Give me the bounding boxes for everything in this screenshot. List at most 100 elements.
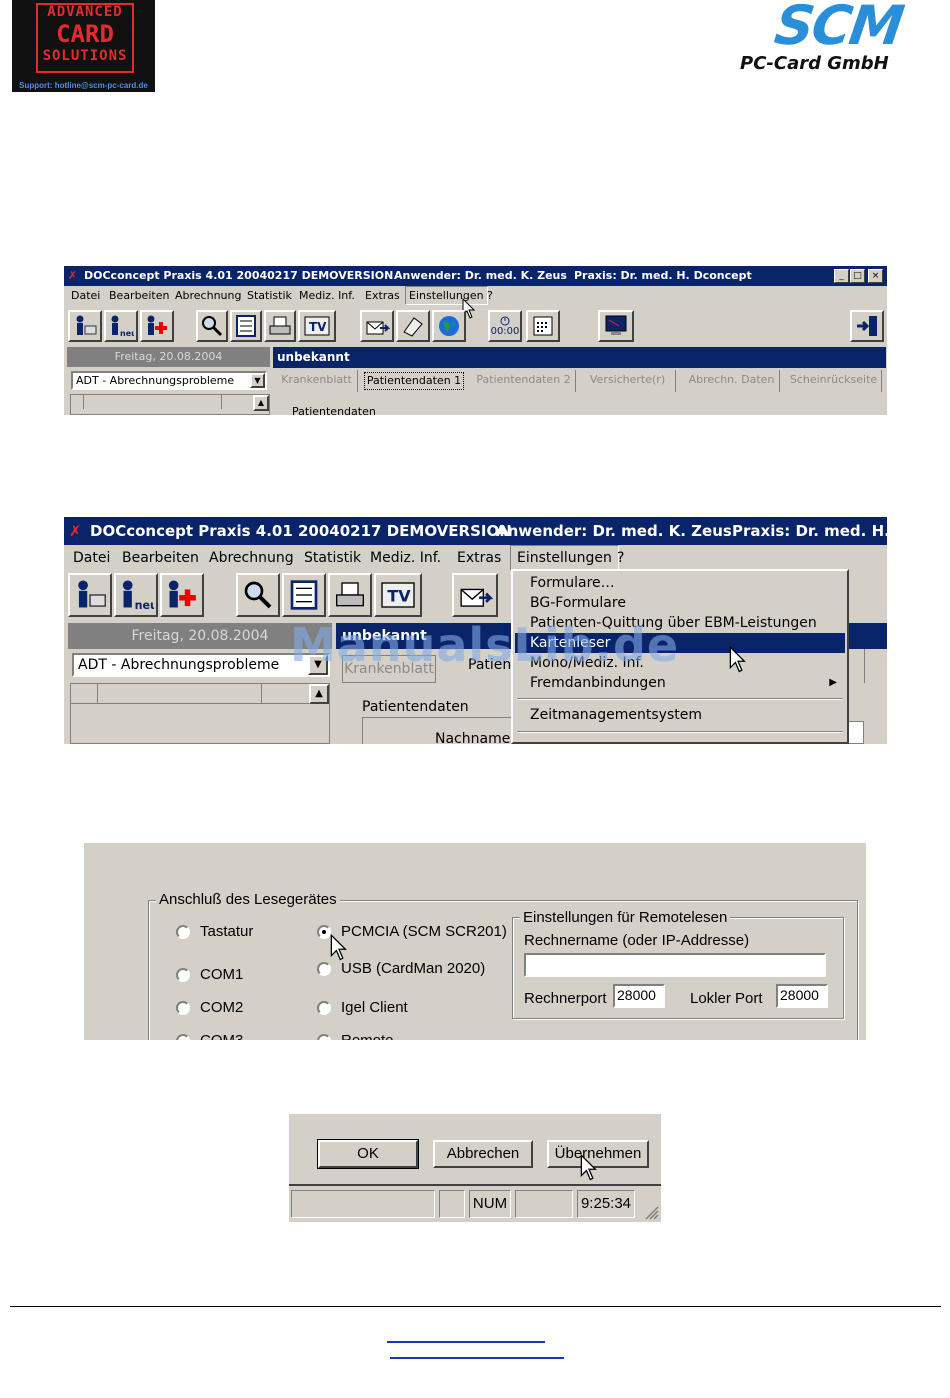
tab-versicherte[interactable]: Versicherte(r) (580, 370, 676, 392)
mouse-cursor-icon (330, 934, 347, 961)
document-icon (403, 317, 423, 337)
submenu-arrow-icon: ▶ (829, 677, 837, 688)
menu-bearbeiten[interactable]: Bearbeiten (109, 286, 169, 305)
menu-item-bg-formulare[interactable]: BG-Formulare (515, 593, 845, 613)
internet-button[interactable] (432, 310, 466, 342)
title-bar: ✗ DOCconcept Praxis 4.01 20040217 DEMOVE… (64, 517, 887, 545)
tab-patientendaten-1[interactable]: Patientendaten 1 (364, 372, 464, 390)
exit-door-icon (857, 316, 877, 336)
timer-button[interactable]: 00:00 (488, 310, 522, 342)
tab-abrechn-daten[interactable]: Abrechn. Daten (684, 370, 780, 392)
footer-rule (10, 1306, 941, 1307)
radio-label: Igel Client (341, 999, 408, 1016)
new-patient-button[interactable]: neu (104, 310, 138, 342)
menu-abrechnung[interactable]: Abrechnung (175, 286, 241, 305)
tv-button[interactable]: TV (374, 573, 422, 617)
menu-item-formulare[interactable]: Formulare… (515, 573, 845, 593)
menu-datei[interactable]: Datei (71, 286, 100, 305)
radio-label: USB (CardMan 2020) (341, 960, 486, 977)
mail-button[interactable] (452, 573, 498, 617)
scm-logo: SCM PC-Card GmbH (736, 0, 941, 78)
new-patient-button[interactable]: neu (114, 573, 158, 617)
cancel-button[interactable]: Abbrechen (433, 1140, 533, 1168)
emergency-patient-button[interactable] (140, 310, 174, 342)
menu-mediz-inf[interactable]: Mediz. Inf. (299, 286, 355, 305)
radio-dot-selected (317, 925, 331, 939)
patient-card-button[interactable] (68, 310, 102, 342)
status-divider (289, 1184, 661, 1186)
status-pane-caps (439, 1190, 465, 1218)
footer-link-1[interactable] (387, 1341, 545, 1343)
menu-help[interactable]: ? (487, 286, 493, 305)
close-button[interactable]: × (868, 269, 883, 283)
menu-help[interactable]: ? (617, 545, 624, 571)
printer-icon (269, 316, 291, 335)
mouse-cursor-icon (580, 1154, 597, 1181)
status-num: NUM (469, 1190, 511, 1218)
scroll-up-arrow-icon[interactable]: ▲ (253, 395, 269, 411)
menu-einstellungen[interactable]: Einstellungen (510, 545, 619, 571)
search-button[interactable] (196, 310, 228, 342)
menu-item-zeitmanagementsystem[interactable]: Zeitmanagementsystem (515, 705, 845, 725)
print-button[interactable] (264, 310, 296, 342)
list-button[interactable] (230, 310, 262, 342)
menu-extras[interactable]: Extras (365, 286, 400, 305)
patient-card-icon (76, 315, 97, 335)
print-button[interactable] (328, 573, 372, 617)
scroll-up-arrow-icon[interactable]: ▲ (309, 684, 329, 704)
logo-wordmark: ADVANCED CARD SOLUTIONS (38, 5, 132, 63)
menu-statistik[interactable]: Statistik (304, 545, 361, 571)
chevron-down-icon[interactable]: ▼ (250, 373, 265, 388)
patient-name-header: unbekannt (273, 347, 886, 368)
connection-group-title: Anschluß des Lesegerätes (156, 891, 340, 908)
app-icon: ✗ (68, 269, 78, 282)
case-combo[interactable]: ADT - Abrechnungsprobleme ▼ (71, 371, 267, 390)
exit-button[interactable] (850, 310, 884, 342)
port-input[interactable]: 28000 (613, 984, 665, 1008)
mail-icon (366, 321, 390, 335)
radio-label: COM1 (200, 966, 244, 983)
case-combo-value: ADT - Abrechnungsprobleme (78, 657, 280, 673)
maximize-button[interactable]: □ (850, 269, 865, 283)
tv-button[interactable]: TV (298, 310, 336, 342)
date-header: Freitag, 20.08.2004 (67, 347, 270, 367)
menu-item-fremdanbindungen[interactable]: Fremdanbindungen ▶ (515, 673, 845, 693)
footer-link-2[interactable] (390, 1357, 564, 1359)
host-label: Rechnername (oder IP-Addresse) (524, 932, 750, 949)
fremdanbindungen-label: Fremdanbindungen (530, 675, 666, 691)
tab-patientendaten-2[interactable]: Patientendaten 2 (472, 370, 576, 392)
apply-button[interactable]: Übernehmen (547, 1140, 649, 1168)
emergency-patient-button[interactable] (160, 573, 204, 617)
search-button[interactable] (236, 573, 280, 617)
svg-text:neu: neu (135, 599, 154, 612)
ok-button[interactable]: OK (317, 1139, 419, 1169)
tab-scheinrueckseite[interactable]: Scheinrückseite (786, 370, 882, 392)
mail-button[interactable] (360, 310, 394, 342)
document-button[interactable] (396, 310, 430, 342)
dialog-buttons-panel: OK Abbrechen Übernehmen NUM 9:25:34 (289, 1114, 661, 1222)
search-icon (202, 316, 223, 337)
menu-abrechnung[interactable]: Abrechnung (209, 545, 294, 571)
mail-icon (460, 588, 493, 607)
window-title: DOCconcept Praxis 4.01 20040217 DEMOVERS… (84, 269, 394, 282)
globe-icon (439, 316, 459, 336)
calendar-icon (533, 316, 553, 336)
printer-icon (336, 582, 364, 607)
menu-datei[interactable]: Datei (73, 545, 110, 571)
tab-krankenblatt[interactable]: Krankenblatt (276, 370, 358, 392)
svg-text:neu: neu (120, 329, 134, 338)
menu-statistik[interactable]: Statistik (247, 286, 292, 305)
patient-card-button[interactable] (68, 573, 112, 617)
title-bar: ✗ DOCconcept Praxis 4.01 20040217 DEMOVE… (64, 266, 887, 286)
calendar-button[interactable] (526, 310, 560, 342)
local-port-input[interactable]: 28000 (776, 984, 828, 1008)
tv-icon: TV (304, 316, 330, 336)
menu-extras[interactable]: Extras (457, 545, 501, 571)
host-input[interactable] (524, 953, 826, 977)
resize-grip-icon[interactable] (643, 1204, 659, 1220)
minimize-button[interactable]: _ (834, 269, 849, 283)
monitor-button[interactable] (598, 310, 634, 342)
list-button[interactable] (282, 573, 326, 617)
menu-bearbeiten[interactable]: Bearbeiten (122, 545, 199, 571)
menu-mediz-inf[interactable]: Mediz. Inf. (370, 545, 441, 571)
